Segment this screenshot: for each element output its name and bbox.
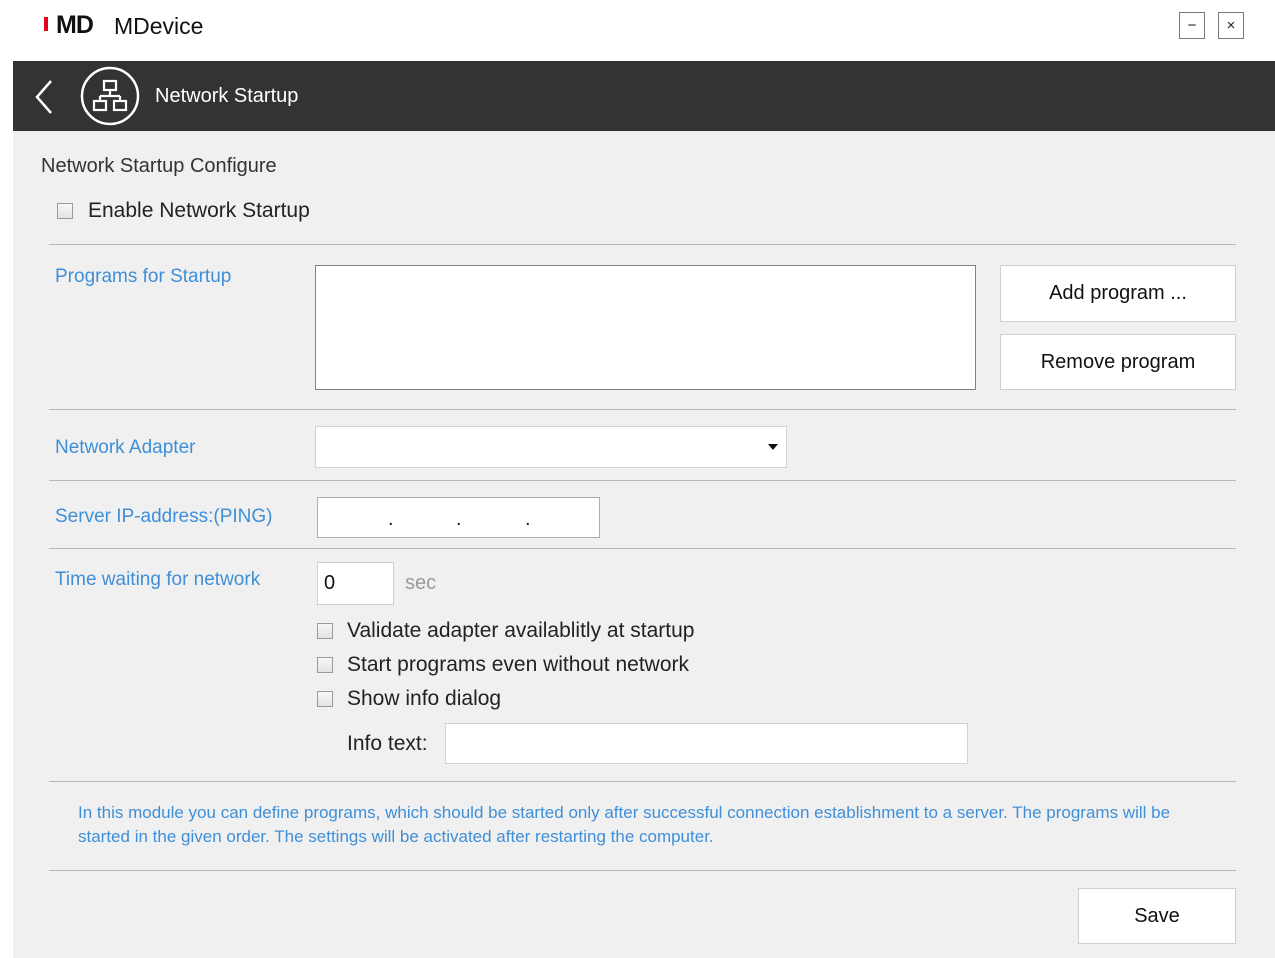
server-ip-label: Server IP-address:(PING) xyxy=(55,506,273,527)
minimize-button[interactable]: − xyxy=(1179,12,1205,39)
wait-time-unit: sec xyxy=(405,572,437,594)
wait-time-input[interactable]: 0 xyxy=(317,562,394,605)
divider xyxy=(49,781,1236,782)
divider xyxy=(49,409,1236,410)
back-icon[interactable] xyxy=(31,79,57,115)
main-content: Network Startup Configure Enable Network… xyxy=(13,131,1275,958)
network-topology-icon xyxy=(80,66,140,126)
programs-list[interactable] xyxy=(315,265,976,390)
divider xyxy=(49,244,1236,245)
close-button[interactable]: × xyxy=(1218,12,1244,39)
module-description: In this module you can define programs, … xyxy=(78,803,1171,846)
ip-separator: . xyxy=(388,508,394,530)
info-text-input[interactable] xyxy=(445,723,968,764)
validate-adapter-label: Validate adapter availablitly at startup xyxy=(347,619,695,642)
start-without-network-label: Start programs even without network xyxy=(347,653,689,676)
page-header: Network Startup xyxy=(13,61,1275,131)
ip-separator: . xyxy=(456,508,462,530)
show-info-dialog-checkbox[interactable] xyxy=(317,691,333,707)
logo-mark xyxy=(44,17,48,31)
show-info-dialog-label: Show info dialog xyxy=(347,687,502,710)
title-bar: MD MDevice − × xyxy=(0,0,1275,60)
validate-adapter-checkbox[interactable] xyxy=(317,623,333,639)
wait-time-label: Time waiting for network xyxy=(55,569,261,590)
server-ip-input[interactable]: . . . xyxy=(317,497,600,538)
enable-network-startup-label: Enable Network Startup xyxy=(88,199,310,222)
ip-separator: . xyxy=(525,508,531,530)
network-adapter-label: Network Adapter xyxy=(55,437,196,458)
divider xyxy=(49,548,1236,549)
header-title: Network Startup xyxy=(155,85,299,107)
section-title: Network Startup Configure xyxy=(41,155,277,177)
remove-program-button[interactable]: Remove program xyxy=(1000,334,1236,390)
network-adapter-select[interactable] xyxy=(315,426,787,468)
info-text-label: Info text: xyxy=(347,732,428,755)
app-title: MDevice xyxy=(114,13,204,39)
chevron-down-icon xyxy=(768,444,778,450)
add-program-button[interactable]: Add program ... xyxy=(1000,265,1236,322)
save-button[interactable]: Save xyxy=(1078,888,1236,944)
start-without-network-checkbox[interactable] xyxy=(317,657,333,673)
programs-label: Programs for Startup xyxy=(55,266,232,287)
enable-network-startup-checkbox[interactable] xyxy=(57,203,73,219)
divider xyxy=(49,480,1236,481)
logo-text: MD xyxy=(56,11,94,39)
divider xyxy=(49,870,1236,871)
